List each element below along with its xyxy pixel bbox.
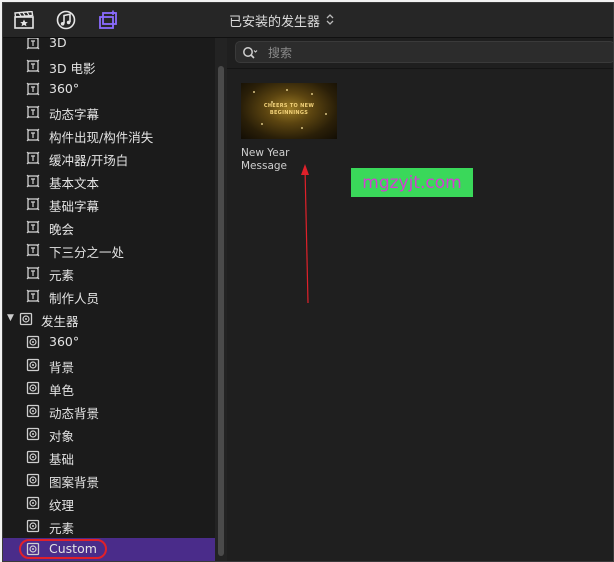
sidebar-item[interactable]: 360°: [3, 331, 215, 354]
sidebar-item-label: Custom: [49, 541, 97, 556]
sidebar-item-label: 基本文本: [49, 176, 100, 191]
sidebar-item-label: 基础: [49, 452, 75, 467]
sidebar-item[interactable]: Custom: [3, 538, 215, 561]
sidebar: 3D 3D 电影 360° 动态字幕构件出现/构件消失 缓冲器/开场白 基本文本基础字幕晚…: [3, 38, 215, 561]
thumbnail-text-line: BEGINNINGS: [269, 110, 309, 116]
sidebar-item[interactable]: 基础字幕: [3, 193, 215, 216]
sidebar-item-label: 背景: [49, 360, 75, 375]
title-icon: [26, 105, 40, 119]
title-icon: [26, 38, 40, 50]
sidebar-item[interactable]: 图案背景: [3, 469, 215, 492]
tile-thumbnail: CHEERS TO NEW BEGINNINGS: [241, 83, 337, 139]
sidebar-item-label: 制作人员: [49, 291, 100, 306]
library-title-text: 已安装的发生器: [229, 15, 321, 30]
title-icon: [26, 151, 40, 165]
watermark: mgzyjt.com: [351, 168, 473, 197]
sidebar-item[interactable]: 基本文本: [3, 170, 215, 193]
generator-tile[interactable]: CHEERS TO NEW BEGINNINGS New Year Messag…: [241, 83, 341, 173]
title-icon: [26, 174, 40, 188]
sidebar-item[interactable]: 基础: [3, 446, 215, 469]
title-icon: [26, 289, 40, 303]
sidebar-item[interactable]: 元素: [3, 515, 215, 538]
generator-icon: [26, 427, 40, 441]
sidebar-item[interactable]: 下三分之一处: [3, 239, 215, 262]
generator-icon: [26, 335, 40, 349]
sidebar-item[interactable]: 缓冲器/开场白: [3, 147, 215, 170]
sidebar-item[interactable]: 360°: [3, 78, 215, 101]
sidebar-item-label: 3D: [49, 38, 67, 50]
sidebar-item[interactable]: 3D: [3, 38, 215, 55]
sidebar-item[interactable]: 动态字幕: [3, 101, 215, 124]
sidebar-header-generators[interactable]: ▼ 发生器: [3, 308, 215, 331]
divider: [227, 68, 613, 69]
generator-icon: [26, 404, 40, 418]
clapperboard-star-icon[interactable]: [13, 9, 35, 31]
sidebar-item-label: 晚会: [49, 222, 75, 237]
app-window: 已安装的发生器 3D 3D 电影 360° 动态字幕构件出现/构件消失 缓冲器/开场白基…: [2, 2, 614, 562]
up-down-chevron-icon: [326, 13, 334, 28]
sidebar-item-label: 下三分之一处: [49, 245, 125, 260]
generator-icon: [19, 312, 33, 326]
sidebar-item-label: 基础字幕: [49, 199, 100, 214]
generator-icon: [26, 496, 40, 510]
content-browser: CHEERS TO NEW BEGINNINGS New Year Messag…: [227, 38, 613, 561]
generator-icon: [26, 542, 40, 556]
sidebar-item[interactable]: 晚会: [3, 216, 215, 239]
sidebar-item-label: 3D 电影: [49, 61, 96, 76]
sidebar-item-label: 动态背景: [49, 406, 100, 421]
sidebar-item-label: 纹理: [49, 498, 75, 513]
browser-toolbar: 已安装的发生器: [3, 3, 613, 38]
sidebar-item-label: 360°: [49, 334, 80, 349]
sidebar-item-label: 发生器: [41, 314, 79, 329]
sidebar-item[interactable]: 背景: [3, 354, 215, 377]
sidebar-item[interactable]: 单色: [3, 377, 215, 400]
sidebar-item-label: 动态字幕: [49, 107, 100, 122]
search-icon[interactable]: [242, 45, 258, 59]
sidebar-scroll-thumb[interactable]: [218, 66, 224, 556]
tile-name: New Year Message: [241, 147, 290, 172]
generator-icon: [26, 519, 40, 533]
title-icon: [26, 243, 40, 257]
sidebar-item[interactable]: 元素: [3, 262, 215, 285]
title-icon: [26, 197, 40, 211]
generator-icon: [26, 358, 40, 372]
title-icon: [26, 59, 40, 73]
sidebar-item[interactable]: 动态背景: [3, 400, 215, 423]
sidebar-item-label: 构件出现/构件消失: [49, 130, 154, 145]
generator-icon[interactable]: [97, 9, 119, 31]
search-field[interactable]: [235, 41, 613, 63]
sidebar-item[interactable]: 制作人员: [3, 285, 215, 308]
thumbnail-text-line: CHEERS TO NEW: [263, 103, 315, 109]
sidebar-item-label: 元素: [49, 521, 75, 536]
sidebar-item[interactable]: 构件出现/构件消失: [3, 124, 215, 147]
title-icon: [26, 266, 40, 280]
generator-icon: [26, 381, 40, 395]
library-title-popup[interactable]: 已安装的发生器: [229, 11, 334, 30]
generator-icon: [26, 473, 40, 487]
title-icon: [26, 128, 40, 142]
sidebar-item-label: 图案背景: [49, 475, 100, 490]
title-icon: [26, 220, 40, 234]
sidebar-item-label: 360°: [49, 81, 80, 96]
sidebar-item-label: 对象: [49, 429, 75, 444]
sidebar-item-label: 元素: [49, 268, 75, 283]
sidebar-item[interactable]: 3D 电影: [3, 55, 215, 78]
search-input[interactable]: [266, 43, 590, 63]
sidebar-item[interactable]: 纹理: [3, 492, 215, 515]
sidebar-scrollbar[interactable]: [215, 38, 227, 561]
music-note-icon[interactable]: [55, 9, 77, 31]
sidebar-item[interactable]: 对象: [3, 423, 215, 446]
sidebar-item-label: 缓冲器/开场白: [49, 153, 129, 168]
generator-icon: [26, 450, 40, 464]
title-icon: [26, 82, 40, 96]
sidebar-item-label: 单色: [49, 383, 75, 398]
disclosure-triangle-icon[interactable]: ▼: [7, 313, 14, 323]
